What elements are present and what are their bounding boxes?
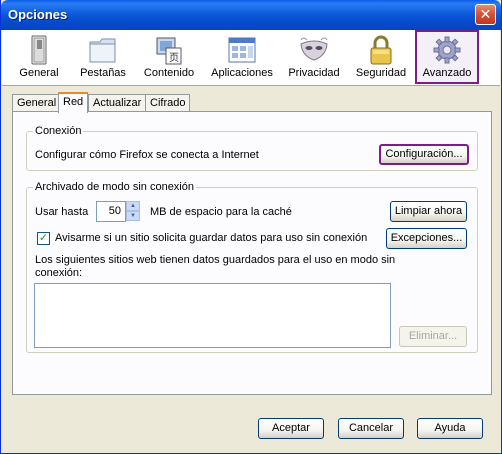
- title-bar[interactable]: Opciones ✕: [1, 0, 501, 30]
- button-label: Limpiar ahora: [394, 205, 463, 217]
- tab-update[interactable]: Actualizar: [88, 94, 147, 112]
- close-button[interactable]: ✕: [475, 4, 496, 25]
- toolbar-item-label: Pestañas: [80, 67, 126, 79]
- connection-group-title: Conexión: [33, 125, 84, 137]
- connection-group: Conexión Configurar cómo Firefox se cone…: [26, 125, 478, 171]
- gear-icon: [433, 36, 461, 64]
- button-label: Ayuda: [434, 422, 466, 434]
- toolbar-item-label: Contenido: [143, 67, 195, 79]
- offline-sites-list[interactable]: [34, 283, 391, 348]
- notify-offline-label: Avisarme si un sitio solicita guardar da…: [55, 232, 368, 244]
- use-up-to-label: Usar hasta: [35, 206, 89, 218]
- toolbar-item-general[interactable]: General: [16, 30, 62, 84]
- toolbar-item-label: Privacidad: [288, 67, 340, 79]
- tab-general[interactable]: General: [12, 94, 62, 112]
- tabs-icon: [89, 38, 116, 63]
- tab-label: Cifrado: [150, 97, 186, 109]
- remove-site-button: Eliminar...: [399, 326, 467, 347]
- privacy-mask-icon: [300, 37, 328, 61]
- toolbar-item-tabs[interactable]: Pestañas: [76, 30, 130, 84]
- checkmark-icon: ✓: [38, 232, 49, 244]
- cache-size-spinner[interactable]: ▲ ▼: [126, 201, 140, 222]
- toolbar-item-label: Avanzado: [422, 67, 472, 79]
- tab-label: General: [17, 97, 57, 109]
- help-button[interactable]: Ayuda: [417, 418, 483, 439]
- cache-unit-label: MB de espacio para la caché: [150, 206, 292, 218]
- toolbar-item-privacy[interactable]: Privacidad: [286, 30, 342, 84]
- general-icon: [31, 35, 47, 65]
- tab-label: Red: [63, 96, 84, 108]
- cancel-button[interactable]: Cancelar: [338, 418, 404, 439]
- button-label: Eliminar...: [408, 330, 458, 342]
- tab-network[interactable]: Red: [58, 92, 89, 113]
- spin-up-icon[interactable]: ▲: [126, 201, 140, 211]
- button-label: Cancelar: [348, 422, 394, 434]
- applications-icon: [228, 37, 256, 63]
- cache-size-input[interactable]: 50: [96, 201, 126, 222]
- spin-down-icon[interactable]: ▼: [126, 211, 140, 221]
- connection-description: Configurar cómo Firefox se conecta a Int…: [35, 149, 259, 161]
- toolbar-item-applications[interactable]: Aplicaciones: [208, 30, 276, 84]
- clear-now-button[interactable]: Limpiar ahora: [390, 201, 467, 222]
- toolbar-item-label: Seguridad: [355, 67, 407, 79]
- button-label: Aceptar: [272, 422, 310, 434]
- offline-sites-label-cont: conexión:: [35, 267, 83, 279]
- preferences-toolbar: General Pestañas 页 Contenido Aplicacione…: [2, 30, 500, 86]
- tab-label: Actualizar: [93, 97, 142, 109]
- offline-sites-label: Los siguientes sitios web tienen datos g…: [35, 254, 396, 266]
- options-dialog: Opciones ✕ General Pestañas 页 Contenido …: [0, 0, 502, 454]
- accept-button[interactable]: Aceptar: [258, 418, 324, 439]
- network-tab-panel: Conexión Configurar cómo Firefox se cone…: [12, 111, 492, 395]
- notify-offline-checkbox[interactable]: ✓: [37, 232, 50, 245]
- offline-storage-group: Archivado de modo sin conexión Usar hast…: [26, 181, 478, 353]
- padlock-icon: [370, 35, 392, 65]
- button-label: Configuración...: [385, 148, 463, 160]
- close-icon: ✕: [479, 6, 492, 22]
- toolbar-item-content[interactable]: 页 Contenido: [141, 30, 197, 84]
- content-icon: 页: [156, 37, 182, 65]
- toolbar-item-label: Aplicaciones: [211, 67, 273, 79]
- cache-size-value: 50: [108, 205, 121, 217]
- connection-settings-button[interactable]: Configuración...: [379, 144, 469, 165]
- tab-encryption[interactable]: Cifrado: [145, 94, 191, 112]
- window-title: Opciones: [8, 7, 68, 22]
- svg-text:页: 页: [169, 52, 179, 64]
- exceptions-button[interactable]: Excepciones...: [386, 228, 467, 249]
- button-label: Excepciones...: [390, 232, 463, 244]
- offline-group-title: Archivado de modo sin conexión: [33, 181, 196, 193]
- toolbar-item-label: General: [19, 67, 59, 79]
- toolbar-item-advanced[interactable]: Avanzado: [415, 30, 479, 84]
- toolbar-item-security[interactable]: Seguridad: [352, 30, 410, 84]
